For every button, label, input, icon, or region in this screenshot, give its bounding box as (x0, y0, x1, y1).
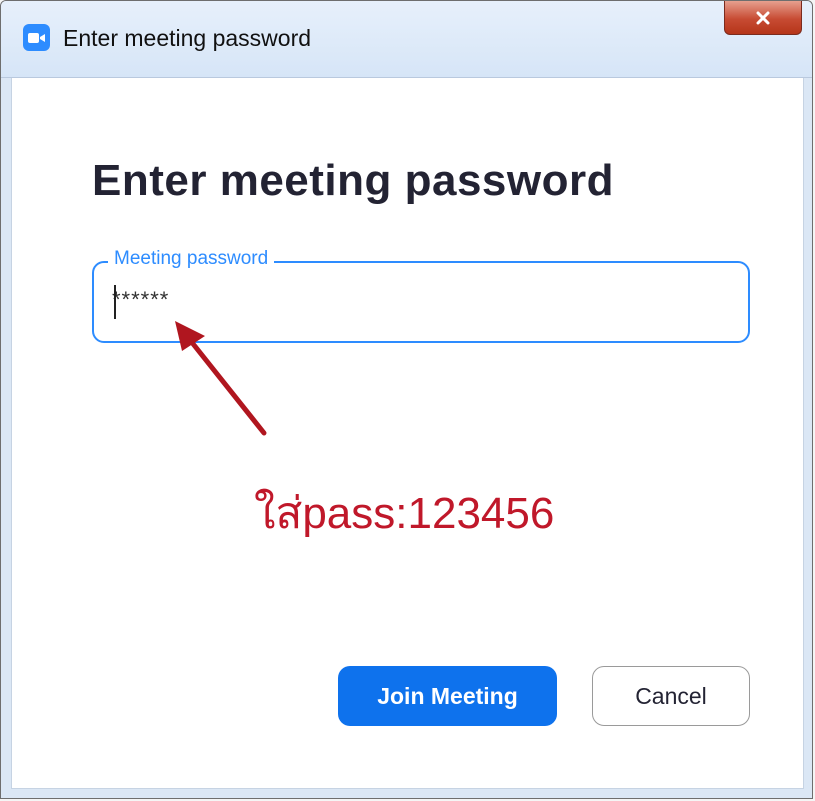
password-field[interactable]: Meeting password (92, 248, 750, 343)
close-icon (756, 11, 770, 24)
password-field-label: Meeting password (108, 248, 275, 270)
page-title: Enter meeting password (92, 156, 615, 205)
password-input[interactable] (112, 285, 712, 315)
dialog-content: Enter meeting password Meeting password … (11, 78, 804, 789)
password-hint-annotation: ใส่pass:123456 (254, 489, 555, 538)
zoom-video-icon (23, 24, 50, 51)
close-button[interactable] (724, 1, 802, 35)
join-meeting-button[interactable]: Join Meeting (338, 666, 557, 726)
title-bar[interactable]: Enter meeting password (1, 1, 812, 78)
window-title: Enter meeting password (63, 25, 312, 51)
text-caret (114, 285, 116, 319)
dialog-window: Enter meeting password Enter meeting pas… (0, 0, 813, 799)
cancel-button[interactable]: Cancel (592, 666, 750, 726)
